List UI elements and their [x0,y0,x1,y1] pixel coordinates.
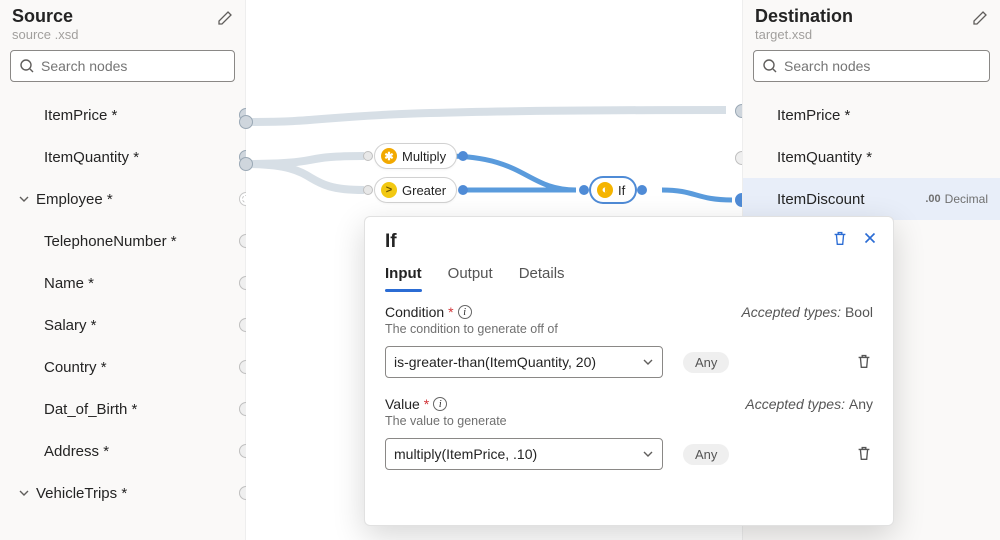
edit-destination-icon[interactable] [972,10,988,26]
node-multiply[interactable]: ✱ Multiply [374,143,457,169]
tree-item[interactable]: ItemQuantity * [743,136,1000,178]
canvas-port[interactable] [239,157,253,171]
node-if[interactable]: ◐ If [590,177,636,203]
tab-input[interactable]: Input [385,261,422,290]
search-icon [19,58,35,74]
condition-combo[interactable]: is-greater-than(ItemQuantity, 20) [385,346,663,378]
node-port-in[interactable] [579,185,589,195]
type-badge: .00Decimal [925,192,988,206]
tree-item[interactable]: Salary * [0,304,245,346]
if-icon: ◐ [597,182,613,198]
search-icon [762,58,778,74]
info-icon[interactable]: i [433,397,447,411]
close-icon[interactable] [861,229,879,250]
type-chip: Any [683,352,729,373]
tree-item-selected[interactable]: ItemDiscount .00Decimal [743,178,1000,220]
info-icon[interactable]: i [458,305,472,319]
delete-node-icon[interactable] [831,229,849,250]
node-port-out[interactable] [458,185,468,195]
tab-details[interactable]: Details [519,261,565,290]
tree-item[interactable]: ItemPrice * [0,94,245,136]
destination-title: Destination [755,6,988,27]
type-chip: Any [683,444,729,465]
destination-header: Destination target.xsd [743,0,1000,46]
value-combo[interactable]: multiply(ItemPrice, .10) [385,438,663,470]
source-file: source .xsd [12,27,233,42]
source-search[interactable] [10,50,235,82]
source-tree: ItemPrice * ItemQuantity * Employee * Te… [0,90,245,518]
node-port-out[interactable] [458,151,468,161]
tree-item[interactable]: ItemPrice * [743,94,1000,136]
source-header: Source source .xsd [0,0,245,46]
tree-item[interactable]: Country * [0,346,245,388]
popup-tabs: Input Output Details [385,261,873,290]
source-search-input[interactable] [41,58,226,74]
popup-title: If [385,231,873,253]
chevron-down-icon [18,193,30,205]
multiply-icon: ✱ [381,148,397,164]
edit-source-icon[interactable] [217,10,233,26]
chevron-down-icon [642,356,654,368]
node-port-out[interactable] [637,185,647,195]
destination-tree: ItemPrice * ItemQuantity * ItemDiscount … [743,90,1000,224]
destination-search[interactable] [753,50,990,82]
tree-item[interactable]: Employee * [0,178,245,220]
chevron-down-icon [642,448,654,460]
condition-accepted: Accepted types: Bool [741,304,873,320]
delete-condition-icon[interactable] [855,352,873,373]
value-accepted: Accepted types: Any [745,396,873,412]
node-port-in[interactable] [363,185,373,195]
node-port-in[interactable] [363,151,373,161]
tree-item[interactable]: Address * [0,430,245,472]
canvas-port[interactable] [239,115,253,129]
destination-search-input[interactable] [784,58,981,74]
delete-value-icon[interactable] [855,444,873,465]
node-greater[interactable]: > Greater [374,177,457,203]
condition-label: Condition* i [385,304,472,320]
value-label: Value* i [385,396,447,412]
tree-item[interactable]: Dat_of_Birth * [0,388,245,430]
tree-item[interactable]: TelephoneNumber * [0,220,245,262]
tree-item[interactable]: VehicleTrips * [0,472,245,514]
value-help: The value to generate [385,414,873,428]
destination-file: target.xsd [755,27,988,42]
if-config-popup: If Input Output Details Condition* i Acc… [364,216,894,526]
tree-item[interactable]: ItemQuantity * [0,136,245,178]
condition-help: The condition to generate off of [385,322,873,336]
tab-output[interactable]: Output [448,261,493,290]
tree-item[interactable]: Name * [0,262,245,304]
chevron-down-icon [18,487,30,499]
source-panel: Source source .xsd ItemPrice * ItemQuant… [0,0,246,540]
source-title: Source [12,6,233,27]
greater-icon: > [381,182,397,198]
